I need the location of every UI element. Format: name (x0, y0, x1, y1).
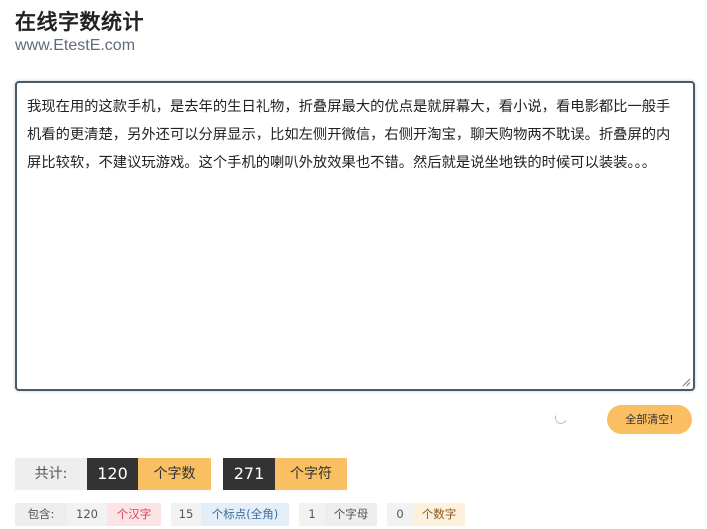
detail-letter-unit: 个字母 (325, 503, 377, 526)
detail-digit-unit: 个数字 (413, 503, 465, 526)
word-count-unit: 个字数 (138, 458, 211, 490)
char-count-value: 271 (223, 458, 275, 490)
text-input-content[interactable]: 我现在用的这款手机，是去年的生日礼物，折叠屏最大的优点是就屏幕大，看小说，看电影… (27, 93, 683, 177)
detail-punctuation-unit: 个标点(全角) (201, 503, 289, 526)
detail-letter-count: 1 (299, 503, 325, 526)
char-count-unit: 个字符 (275, 458, 347, 490)
total-label: 共计: (15, 458, 87, 490)
word-count-value: 120 (87, 458, 138, 490)
detail-digit-count: 0 (387, 503, 413, 526)
detail-label: 包含: (15, 503, 67, 526)
loading-spinner-icon (553, 410, 569, 426)
detail-hanzi-unit: 个汉字 (107, 503, 161, 526)
clear-all-button[interactable]: 全部清空! (607, 405, 692, 434)
total-summary: 共计: 120 个字数 271 个字符 (15, 458, 347, 490)
site-url: www.EtestE.com (15, 37, 136, 54)
detail-punctuation-count: 15 (171, 503, 201, 526)
detail-summary: 包含: 120 个汉字 15 个标点(全角) 1 个字母 0 个数字 (15, 503, 465, 526)
resize-grip-icon[interactable] (682, 378, 691, 387)
text-input-area[interactable]: 我现在用的这款手机，是去年的生日礼物，折叠屏最大的优点是就屏幕大，看小说，看电影… (15, 81, 695, 391)
page-title: 在线字数统计 (15, 10, 144, 34)
detail-hanzi-count: 120 (67, 503, 107, 526)
